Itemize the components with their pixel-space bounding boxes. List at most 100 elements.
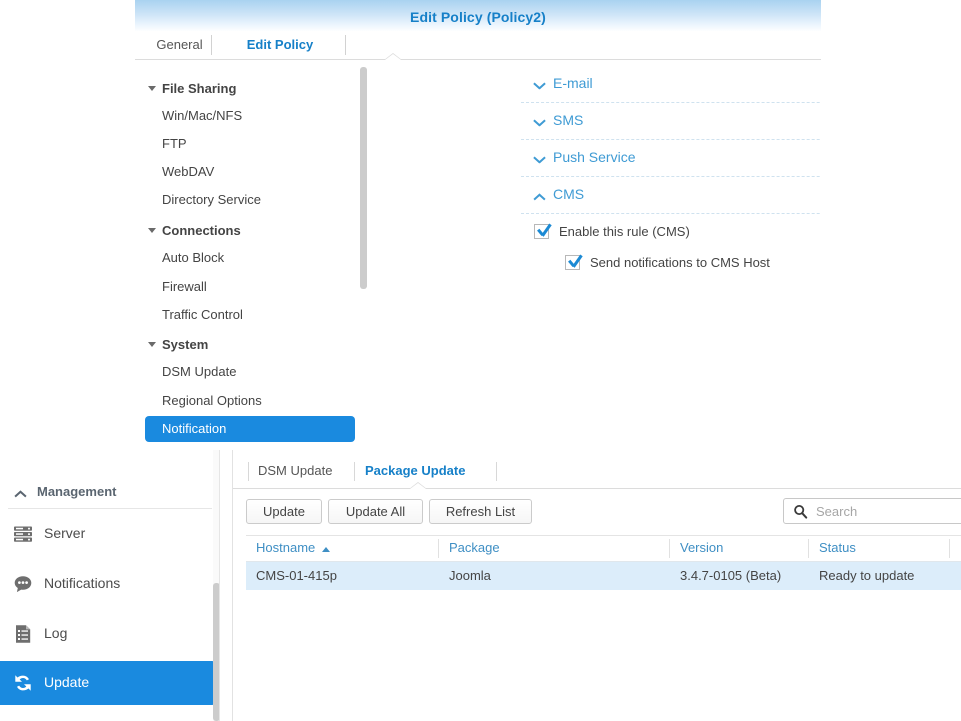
accordion-cms-label: CMS [553, 186, 585, 202]
nav-group-label: File Sharing [162, 81, 237, 96]
cell-status: Ready to update [819, 568, 915, 583]
checkmark-icon [537, 221, 550, 234]
accordion-email-label: E-mail [553, 75, 593, 91]
log-document-icon [12, 623, 34, 645]
chevron-down-icon [534, 118, 545, 129]
notification-rules-panel: E-mail SMS Push Service CMS Enable this … [521, 62, 821, 442]
server-icon [12, 523, 34, 545]
search-input[interactable]: Search [783, 498, 961, 524]
nav-item-webdav[interactable]: WebDAV [162, 159, 353, 185]
accordion-sms-label: SMS [553, 112, 584, 128]
sidebar-right-border [219, 450, 220, 721]
caret-down-icon [148, 342, 156, 347]
column-separator[interactable] [949, 539, 950, 558]
accordion-push-service[interactable]: Push Service [521, 142, 821, 178]
table-row[interactable]: CMS-01-415p Joomla 3.4.7-0105 (Beta) Rea… [246, 562, 961, 590]
app-sidebar: Management Server Notifications Log Upda… [0, 450, 220, 721]
search-icon [793, 504, 808, 519]
accordion-divider [521, 176, 821, 177]
caret-down-icon [148, 228, 156, 233]
send-notifications-label: Send notifications to CMS Host [590, 255, 770, 270]
sidebar-item-update[interactable]: Update [0, 661, 216, 705]
dialog-settings-nav: File Sharing Win/Mac/NFS FTP WebDAV Dire… [135, 60, 367, 450]
update-all-button[interactable]: Update All [328, 499, 423, 524]
main-tab-separator [248, 462, 249, 481]
update-main-panel: DSM Update Package Update Update Update … [232, 450, 961, 721]
sidebar-group-label: Management [37, 484, 117, 499]
tab-edit-policy[interactable]: Edit Policy [217, 31, 343, 59]
column-separator[interactable] [808, 539, 809, 558]
enable-rule-checkbox[interactable] [534, 224, 549, 239]
main-panel-left-border [232, 450, 233, 721]
sidebar-item-label: Server [44, 525, 86, 541]
sort-ascending-icon [322, 547, 330, 552]
nav-item-notification[interactable]: Notification [145, 416, 355, 442]
accordion-cms[interactable]: CMS [521, 179, 821, 215]
nav-item-regional-options[interactable]: Regional Options [162, 388, 353, 414]
main-tab-underline [232, 488, 961, 489]
search-placeholder: Search [816, 504, 858, 519]
update-button[interactable]: Update [246, 499, 322, 524]
table-header-row: Hostname Package Version Status [246, 535, 961, 562]
nav-item-dsm-update[interactable]: DSM Update [162, 359, 353, 385]
dialog-nav-scrollbar-thumb[interactable] [360, 67, 367, 289]
accordion-divider [521, 213, 821, 214]
nav-group-connections[interactable]: Connections [148, 219, 241, 243]
chevron-up-icon [15, 490, 26, 499]
column-header-hostname[interactable]: Hostname [256, 540, 315, 555]
nav-item-win-mac-nfs[interactable]: Win/Mac/NFS [162, 103, 353, 129]
main-tab-separator [496, 462, 497, 481]
column-header-version[interactable]: Version [680, 540, 723, 555]
cell-version: 3.4.7-0105 (Beta) [680, 568, 782, 583]
nav-group-system[interactable]: System [148, 333, 208, 357]
sidebar-item-label: Notifications [44, 575, 121, 591]
accordion-push-service-label: Push Service [553, 149, 636, 165]
edit-policy-dialog: Edit Policy (Policy2) General Edit Polic… [135, 0, 821, 450]
package-update-table: Hostname Package Version Status CMS-01-4… [246, 535, 961, 590]
chevron-down-icon [534, 81, 545, 92]
dialog-tab-notch [385, 54, 401, 60]
nav-item-directory-service[interactable]: Directory Service [162, 187, 353, 213]
nav-item-firewall[interactable]: Firewall [162, 274, 353, 300]
refresh-icon [12, 672, 34, 694]
cell-package: Joomla [449, 568, 491, 583]
send-notifications-checkbox[interactable] [565, 255, 580, 270]
sidebar-group-divider [8, 508, 212, 509]
sidebar-item-notifications[interactable]: Notifications [0, 562, 216, 606]
tab-package-update[interactable]: Package Update [365, 459, 465, 483]
dialog-tab-bar: General Edit Policy [135, 31, 821, 59]
nav-item-ftp[interactable]: FTP [162, 131, 353, 157]
column-header-status[interactable]: Status [819, 540, 856, 555]
tab-general[interactable]: General [148, 31, 211, 59]
chevron-up-icon [534, 192, 545, 203]
main-tab-separator [354, 462, 355, 481]
nav-group-label: Connections [162, 223, 241, 238]
nav-group-label: System [162, 337, 209, 352]
tab-dsm-update[interactable]: DSM Update [258, 459, 332, 483]
sidebar-item-log[interactable]: Log [0, 612, 216, 656]
dialog-tab-separator [211, 35, 212, 55]
accordion-sms[interactable]: SMS [521, 105, 821, 141]
column-header-package[interactable]: Package [449, 540, 500, 555]
dialog-tab-separator [345, 35, 346, 55]
dialog-title: Edit Policy (Policy2) [410, 9, 546, 25]
main-tab-notch [410, 483, 426, 489]
chevron-down-icon [534, 155, 545, 166]
refresh-list-button[interactable]: Refresh List [429, 499, 532, 524]
speech-bubble-icon [12, 573, 34, 595]
sidebar-item-server[interactable]: Server [0, 512, 216, 556]
nav-item-auto-block[interactable]: Auto Block [162, 245, 353, 271]
checkmark-icon [568, 252, 581, 265]
column-separator[interactable] [669, 539, 670, 558]
column-separator[interactable] [438, 539, 439, 558]
accordion-divider [521, 139, 821, 140]
cell-hostname: CMS-01-415p [256, 568, 337, 583]
sidebar-item-label: Update [44, 674, 90, 690]
sidebar-item-label: Log [44, 625, 68, 641]
sidebar-group-management[interactable]: Management [12, 481, 116, 503]
caret-down-icon [148, 86, 156, 91]
accordion-email[interactable]: E-mail [521, 68, 821, 104]
accordion-divider [521, 102, 821, 103]
nav-group-file-sharing[interactable]: File Sharing [148, 77, 236, 101]
nav-item-traffic-control[interactable]: Traffic Control [162, 302, 353, 328]
